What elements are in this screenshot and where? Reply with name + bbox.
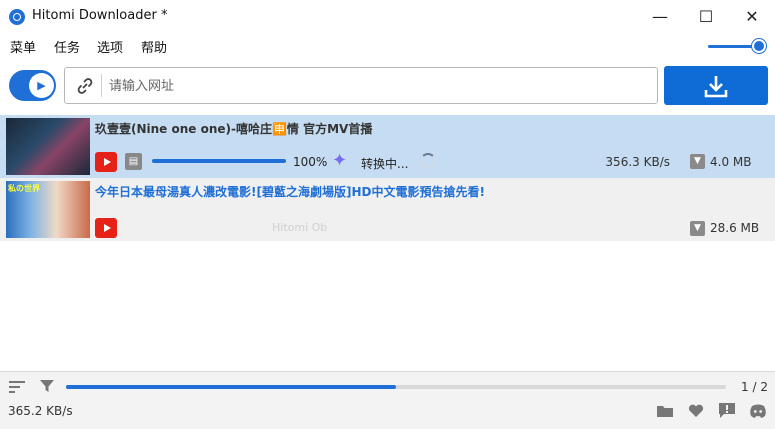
title-bar: Hitomi Downloader * — ☐ ✕ bbox=[0, 0, 775, 33]
watermark: Hitomi Ob bbox=[272, 221, 328, 234]
window-title: Hitomi Downloader * bbox=[32, 8, 168, 23]
youtube-icon bbox=[95, 218, 117, 238]
menu-options[interactable]: 选项 bbox=[97, 37, 123, 56]
progress-percent: 100% bbox=[293, 155, 328, 169]
filter-icon[interactable] bbox=[40, 379, 54, 393]
video-thumbnail bbox=[6, 118, 90, 175]
heart-icon[interactable] bbox=[688, 404, 704, 418]
download-progress-bar bbox=[152, 159, 286, 163]
file-size-icon: ▼ bbox=[690, 154, 705, 169]
file-size: 4.0 MB bbox=[710, 155, 752, 169]
playlist-icon: ▤ bbox=[125, 153, 142, 170]
url-bar bbox=[64, 67, 658, 104]
folder-icon[interactable] bbox=[657, 404, 673, 418]
loading-spinner-icon bbox=[420, 153, 436, 169]
menu-main[interactable]: 菜单 bbox=[10, 37, 36, 56]
volume-slider-track[interactable] bbox=[708, 45, 758, 48]
file-size: 28.6 MB bbox=[710, 221, 760, 235]
total-progress-bar bbox=[66, 385, 726, 389]
feedback-icon[interactable] bbox=[719, 403, 735, 418]
download-title: 玖壹壹(Nine one one)-嘻哈庄🈸情 官方MV首播 bbox=[95, 122, 373, 136]
discord-icon[interactable] bbox=[749, 404, 767, 418]
total-progress-fill bbox=[66, 385, 396, 389]
download-icon bbox=[704, 75, 728, 97]
link-icon bbox=[77, 78, 93, 94]
sparkle-icon: ✦ bbox=[332, 150, 348, 171]
file-size-icon: ▼ bbox=[690, 221, 705, 236]
url-separator bbox=[101, 74, 102, 97]
youtube-icon bbox=[95, 152, 117, 172]
download-item[interactable]: 玖壹壹(Nine one one)-嘻哈庄🈸情 官方MV首播 ▤ 100% ✦ … bbox=[0, 115, 775, 178]
page-count: 1 / 2 bbox=[741, 380, 768, 394]
download-status: 转换中... bbox=[361, 157, 409, 171]
close-button[interactable]: ✕ bbox=[729, 0, 775, 33]
total-speed: 365.2 KB/s bbox=[8, 404, 73, 418]
minimize-button[interactable]: — bbox=[637, 0, 683, 33]
url-input[interactable] bbox=[109, 74, 649, 98]
menu-tasks[interactable]: 任务 bbox=[54, 37, 80, 56]
volume-slider-handle[interactable] bbox=[752, 39, 766, 53]
menu-help[interactable]: 帮助 bbox=[141, 37, 167, 56]
download-button[interactable] bbox=[664, 66, 768, 105]
sort-icon[interactable] bbox=[9, 380, 25, 394]
play-icon: ▶ bbox=[29, 73, 54, 98]
download-speed: 356.3 KB/s bbox=[605, 155, 670, 169]
maximize-button[interactable]: ☐ bbox=[683, 0, 729, 33]
menu-bar: 菜单 任务 选项 帮助 bbox=[0, 33, 775, 59]
status-bar: 1 / 2 365.2 KB/s bbox=[0, 372, 775, 429]
thumbnail-caption: 私の世界 bbox=[8, 184, 40, 193]
video-thumbnail: 私の世界 bbox=[6, 181, 90, 238]
download-item[interactable]: 私の世界 今年日本最母湯真人濃改電影![碧藍之海劇場版]HD中文電影預告搶先看!… bbox=[0, 178, 775, 241]
play-toggle[interactable]: ▶ bbox=[9, 70, 56, 101]
download-title: 今年日本最母湯真人濃改電影![碧藍之海劇場版]HD中文電影預告搶先看! bbox=[95, 185, 485, 199]
app-logo-icon bbox=[9, 9, 25, 25]
